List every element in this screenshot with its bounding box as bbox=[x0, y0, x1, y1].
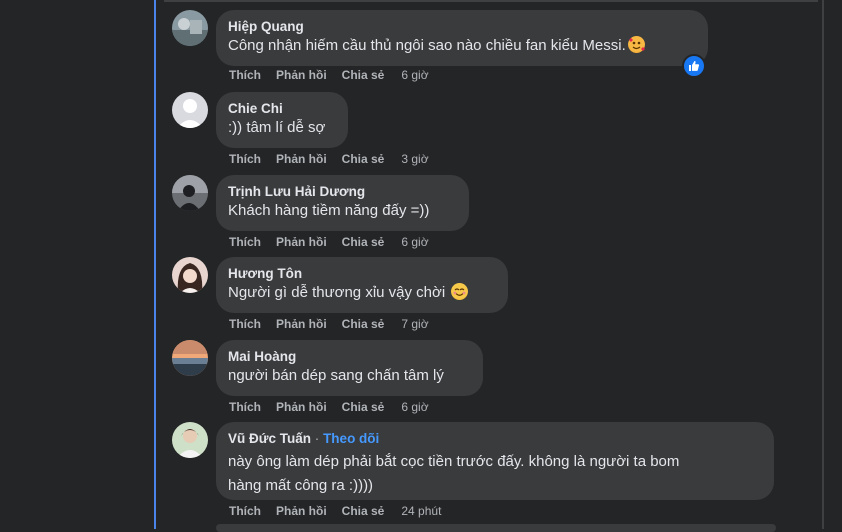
top-divider bbox=[164, 0, 818, 2]
reply-button[interactable]: Phản hồi bbox=[276, 152, 327, 166]
timestamp[interactable]: 3 giờ bbox=[401, 152, 428, 166]
like-reaction-icon[interactable] bbox=[682, 54, 706, 78]
reply-button[interactable]: Phản hồi bbox=[276, 400, 327, 414]
commenter-name[interactable]: Vũ Đức Tuấn bbox=[228, 431, 311, 446]
comment-actions: Thích Phản hồi Chia sẻ 3 giờ bbox=[229, 152, 444, 166]
share-button[interactable]: Chia sẻ bbox=[342, 68, 385, 82]
thread-line bbox=[154, 0, 156, 529]
timestamp[interactable]: 6 giờ bbox=[401, 235, 428, 249]
smiling-face-icon bbox=[451, 283, 469, 300]
avatar[interactable] bbox=[172, 92, 208, 128]
share-button[interactable]: Chia sẻ bbox=[342, 400, 385, 414]
reply-button[interactable]: Phản hồi bbox=[276, 235, 327, 249]
comment-actions: Thích Phản hồi Chia sẻ 6 giờ bbox=[229, 400, 444, 414]
commenter-header: Vũ Đức Tuấn · Theo dõi bbox=[228, 430, 762, 448]
left-panel bbox=[0, 0, 152, 529]
follow-button[interactable]: Theo dõi bbox=[323, 431, 379, 446]
comment-actions: Thích Phản hồi Chia sẻ 24 phút bbox=[229, 504, 456, 518]
next-comment-bubble bbox=[216, 524, 776, 532]
reply-button[interactable]: Phản hồi bbox=[276, 317, 327, 331]
comment-text: người bán dép sang chấn tâm lý bbox=[228, 367, 444, 384]
comment-actions: Thích Phản hồi Chia sẻ 7 giờ bbox=[229, 317, 444, 331]
comment-text: Khách hàng tiềm năng đấy =)) bbox=[228, 202, 430, 219]
comment-text: :)) tâm lí dễ sợ bbox=[228, 119, 326, 136]
reply-button[interactable]: Phản hồi bbox=[276, 68, 327, 82]
avatar[interactable] bbox=[172, 422, 208, 458]
reply-button[interactable]: Phản hồi bbox=[276, 504, 327, 518]
like-button[interactable]: Thích bbox=[229, 68, 261, 82]
commenter-name[interactable]: Chie Chi bbox=[228, 100, 336, 118]
comment-text: Công nhận hiếm cầu thủ ngôi sao nào chiề… bbox=[228, 36, 696, 56]
comment-text-line: này ông làm dép phải bắt cọc tiền trước … bbox=[228, 453, 680, 470]
comment-text-content: Công nhận hiếm cầu thủ ngôi sao nào chiề… bbox=[228, 37, 626, 54]
commenter-name[interactable]: Hiệp Quang bbox=[228, 18, 696, 36]
like-button[interactable]: Thích bbox=[229, 400, 261, 414]
like-button[interactable]: Thích bbox=[229, 504, 261, 518]
like-button[interactable]: Thích bbox=[229, 235, 261, 249]
commenter-name[interactable]: Mai Hoàng bbox=[228, 348, 471, 366]
comment-actions: Thích Phản hồi Chia sẻ 6 giờ bbox=[229, 235, 444, 249]
comment-text: Người gì dễ thương xỉu vậy chời bbox=[228, 283, 496, 303]
like-button[interactable]: Thích bbox=[229, 152, 261, 166]
avatar[interactable] bbox=[172, 10, 208, 46]
comment-actions: Thích Phản hồi Chia sẻ 6 giờ bbox=[229, 68, 444, 82]
comment-text-content: Người gì dễ thương xỉu vậy chời bbox=[228, 284, 446, 301]
comment-text-line: hàng mất công ra :)))) bbox=[228, 477, 374, 494]
timestamp[interactable]: 24 phút bbox=[401, 504, 441, 518]
comment-bubble: Hương Tôn Người gì dễ thương xỉu vậy chờ… bbox=[216, 257, 508, 313]
commenter-name[interactable]: Hương Tôn bbox=[228, 265, 496, 283]
avatar[interactable] bbox=[172, 175, 208, 211]
avatar[interactable] bbox=[172, 340, 208, 376]
separator-dot: · bbox=[314, 431, 320, 446]
scrollbar[interactable] bbox=[822, 0, 824, 529]
share-button[interactable]: Chia sẻ bbox=[342, 317, 385, 331]
timestamp[interactable]: 7 giờ bbox=[401, 317, 428, 331]
comment-bubble: Chie Chi :)) tâm lí dễ sợ bbox=[216, 92, 348, 148]
commenter-name[interactable]: Trịnh Lưu Hải Dương bbox=[228, 183, 457, 201]
comment-bubble: Hiệp Quang Công nhận hiếm cầu thủ ngôi s… bbox=[216, 10, 708, 66]
comment-bubble: Vũ Đức Tuấn · Theo dõi này ông làm dép p… bbox=[216, 422, 774, 500]
share-button[interactable]: Chia sẻ bbox=[342, 235, 385, 249]
timestamp[interactable]: 6 giờ bbox=[401, 68, 428, 82]
avatar[interactable] bbox=[172, 257, 208, 293]
timestamp[interactable]: 6 giờ bbox=[401, 400, 428, 414]
comment-bubble: Mai Hoàng người bán dép sang chấn tâm lý bbox=[216, 340, 483, 396]
like-button[interactable]: Thích bbox=[229, 317, 261, 331]
smiling-face-with-hearts-icon bbox=[627, 36, 645, 53]
comment-bubble: Trịnh Lưu Hải Dương Khách hàng tiềm năng… bbox=[216, 175, 469, 231]
share-button[interactable]: Chia sẻ bbox=[342, 152, 385, 166]
share-button[interactable]: Chia sẻ bbox=[342, 504, 385, 518]
